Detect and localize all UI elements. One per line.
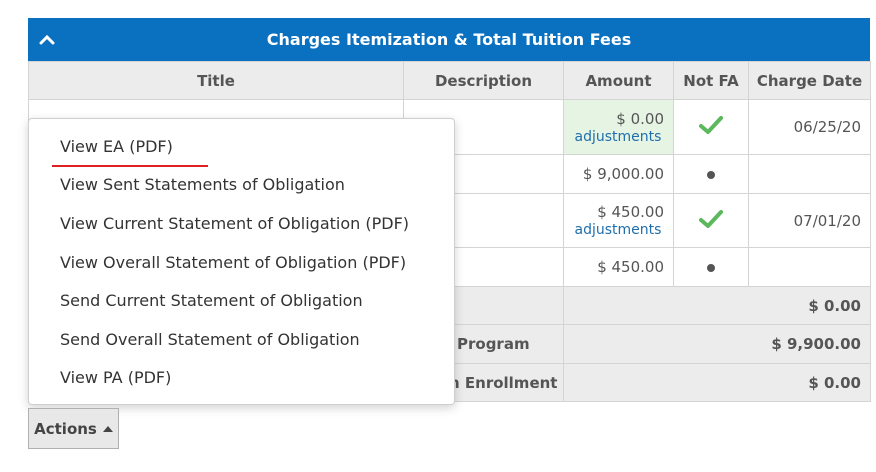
col-amount: Amount [563,61,674,100]
dot-icon [707,264,715,272]
amount-value: $ 450.00 [597,203,664,221]
menu-item-send-current-statement[interactable]: Send Current Statement of Obligation [29,281,454,320]
actions-dropdown-menu: View EA (PDF) View Sent Statements of Ob… [28,118,455,405]
menu-item-label: View Current Statement of Obligation (PD… [60,213,410,233]
menu-item-label: View Sent Statements of Obligation [60,175,345,195]
menu-item-send-overall-statement[interactable]: Send Overall Statement of Obligation [29,320,454,359]
menu-item-label: View Overall Statement of Obligation (PD… [60,252,407,272]
col-not-fa: Not FA [673,61,749,100]
actions-button[interactable]: Actions [28,408,119,449]
charge-date: 07/01/20 [748,193,871,248]
menu-item-label: View EA (PDF) [60,136,173,156]
summary-value: $ 0.00 [563,286,871,325]
menu-item-view-ea[interactable]: View EA (PDF) [29,127,454,167]
menu-item-label: View PA (PDF) [60,368,172,388]
amount-value: $ 0.00 [616,109,664,128]
col-charge-date: Charge Date [748,61,871,100]
actions-button-label: Actions [34,419,97,438]
adjustments-link[interactable]: adjustments [564,129,664,145]
summary-value: $ 9,900.00 [563,324,871,364]
menu-item-view-pa[interactable]: View PA (PDF) [29,359,454,398]
adjustments-link[interactable]: adjustments [564,222,664,238]
charge-date [748,247,871,287]
menu-item-label: Send Current Statement of Obligation [60,291,363,311]
col-description: Description [403,61,564,100]
check-icon [699,116,723,134]
amount-value: $ 9,000.00 [563,154,674,194]
menu-item-view-overall-statement[interactable]: View Overall Statement of Obligation (PD… [29,243,454,282]
panel-title: Charges Itemization & Total Tuition Fees [266,30,632,49]
caret-up-icon [102,425,113,432]
chevron-up-icon[interactable] [38,30,56,48]
col-title: Title [28,61,404,100]
check-icon [699,209,723,228]
menu-item-label: Send Overall Statement of Obligation [60,329,360,349]
summary-value: $ 0.00 [563,363,871,402]
table-header-row: Title Description Amount Not FA Charge D… [28,61,871,100]
dot-icon [707,171,715,179]
amount-value: $ 450.00 [563,247,674,287]
menu-item-view-current-statement[interactable]: View Current Statement of Obligation (PD… [29,204,454,243]
charge-date [748,154,871,194]
charge-date: 06/25/20 [748,99,871,155]
panel-header[interactable]: Charges Itemization & Total Tuition Fees [28,18,870,61]
menu-item-view-sent-statements[interactable]: View Sent Statements of Obligation [29,166,454,205]
